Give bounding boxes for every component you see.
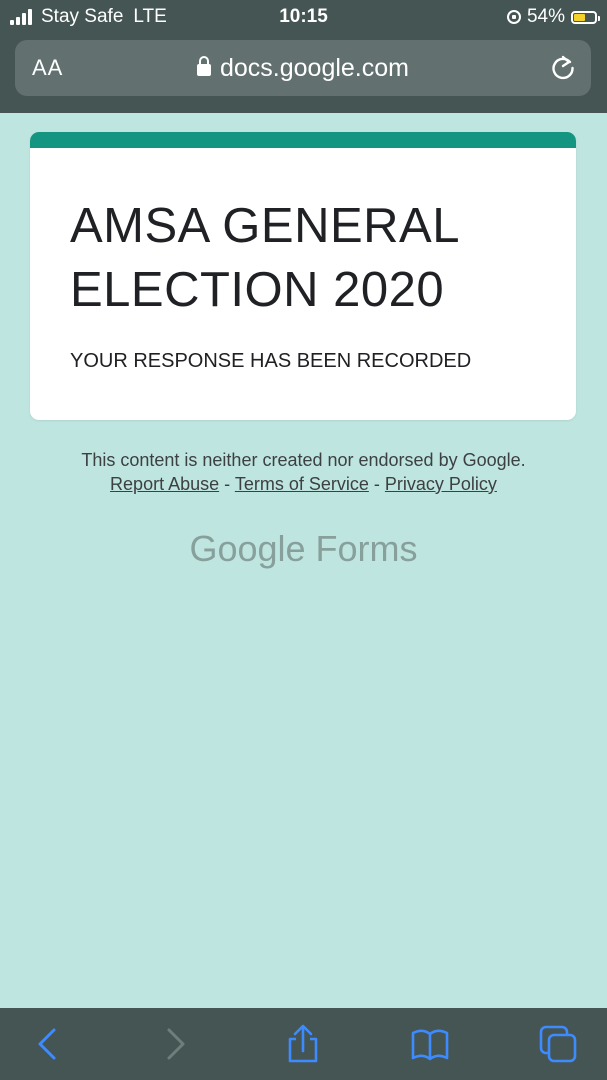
link-separator: - <box>224 474 231 494</box>
footer-links: Report Abuse - Terms of Service - Privac… <box>0 472 607 496</box>
logo-forms: Forms <box>315 528 418 569</box>
google-forms-logo[interactable]: Google Forms <box>0 528 607 570</box>
tabs-icon[interactable] <box>538 1024 578 1064</box>
browser-toolbar <box>0 1008 607 1080</box>
link-separator: - <box>373 474 380 494</box>
browser-chrome: AA docs.google.com <box>0 34 607 113</box>
url-text: docs.google.com <box>219 54 409 82</box>
disclaimer-text: This content is neither created nor endo… <box>81 450 526 470</box>
status-right: 54% <box>506 6 600 28</box>
terms-of-service-link[interactable]: Terms of Service <box>235 474 369 494</box>
form-title: AMSA GENERAL ELECTION 2020 <box>70 199 459 317</box>
reload-icon[interactable] <box>549 54 577 82</box>
battery-icon <box>571 10 600 24</box>
orientation-lock-icon <box>506 10 521 24</box>
card-accent-bar <box>30 132 576 148</box>
address-bar[interactable]: AA docs.google.com <box>15 40 591 96</box>
battery-fill <box>574 13 585 21</box>
battery-percent: 54% <box>526 6 565 27</box>
privacy-policy-link[interactable]: Privacy Policy <box>385 474 497 494</box>
form-card: AMSA GENERAL ELECTION 2020 YOUR RESPONSE… <box>30 132 576 420</box>
report-abuse-link[interactable]: Report Abuse <box>110 474 219 494</box>
padlock-icon <box>196 56 211 76</box>
bookmarks-icon[interactable] <box>410 1024 450 1064</box>
confirmation-message: YOUR RESPONSE HAS BEEN RECORDED <box>70 350 472 372</box>
url-display[interactable]: docs.google.com <box>15 54 591 83</box>
forward-icon[interactable] <box>155 1024 195 1064</box>
logo-google: Google <box>189 528 306 569</box>
status-bar: Stay Safe LTE 10:15 54% <box>0 0 607 34</box>
back-icon[interactable] <box>28 1024 68 1064</box>
share-icon[interactable] <box>283 1024 323 1064</box>
